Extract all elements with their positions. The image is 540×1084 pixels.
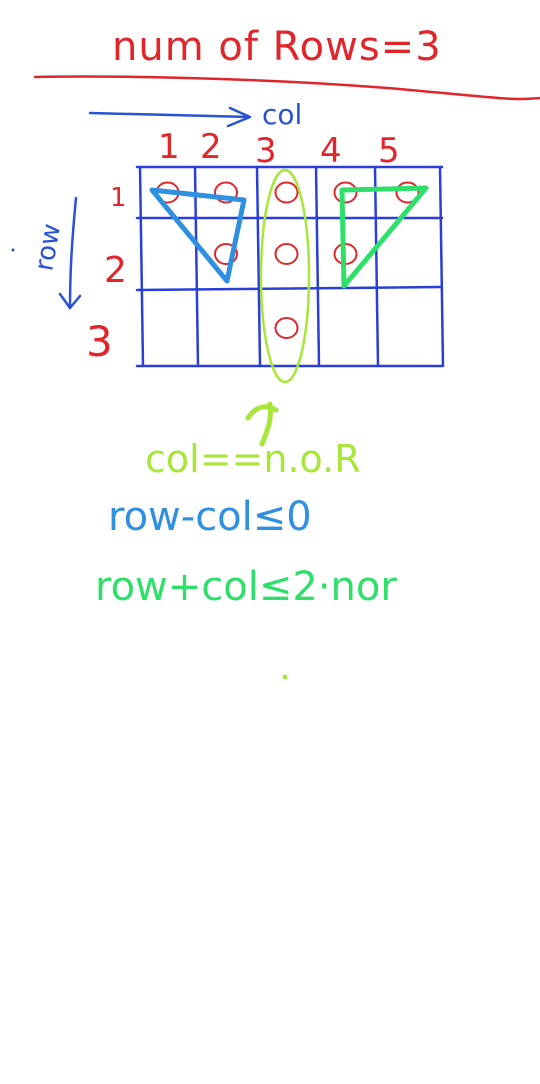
equation-left: row-col≤0 [108, 494, 312, 540]
grid-row-line [135, 285, 444, 292]
row-label: row [29, 221, 67, 273]
row-number: 3 [86, 317, 113, 366]
dot [282, 674, 288, 680]
title-underline [33, 75, 540, 101]
equation-middle: col==n.o.R [145, 437, 361, 481]
col-number: 2 [200, 127, 222, 167]
title-text: num of Rows=3 [112, 24, 442, 70]
whiteboard-canvas: num of Rows=3 col 1 2 3 4 5 row 1 2 3 co… [11, 24, 540, 680]
left-triangle-highlight [149, 187, 247, 284]
grid-col-line [255, 165, 262, 368]
cell-circle [274, 243, 299, 265]
grid-col-line [314, 165, 321, 368]
grid-col-line [138, 165, 145, 368]
right-triangle-highlight [339, 185, 429, 289]
cell-circle [333, 181, 358, 204]
col-number: 3 [255, 131, 277, 171]
col-number: 1 [158, 127, 180, 167]
column-numbers: 1 2 3 4 5 [158, 127, 400, 171]
cell-circle [274, 317, 299, 339]
grid-col-line [438, 165, 445, 368]
col-arrow [88, 106, 252, 128]
col-number: 4 [320, 131, 342, 171]
grid-col-line [373, 165, 380, 368]
row-number: 1 [110, 183, 127, 213]
cell-circle [274, 181, 299, 204]
equation-right: row+col≤2·nor [95, 564, 397, 610]
dot [11, 248, 15, 252]
col-label: col [262, 98, 302, 131]
col-number: 5 [378, 131, 400, 171]
row-numbers: 1 2 3 [86, 183, 127, 366]
row-number: 2 [104, 250, 127, 291]
row-arrow [58, 196, 82, 310]
